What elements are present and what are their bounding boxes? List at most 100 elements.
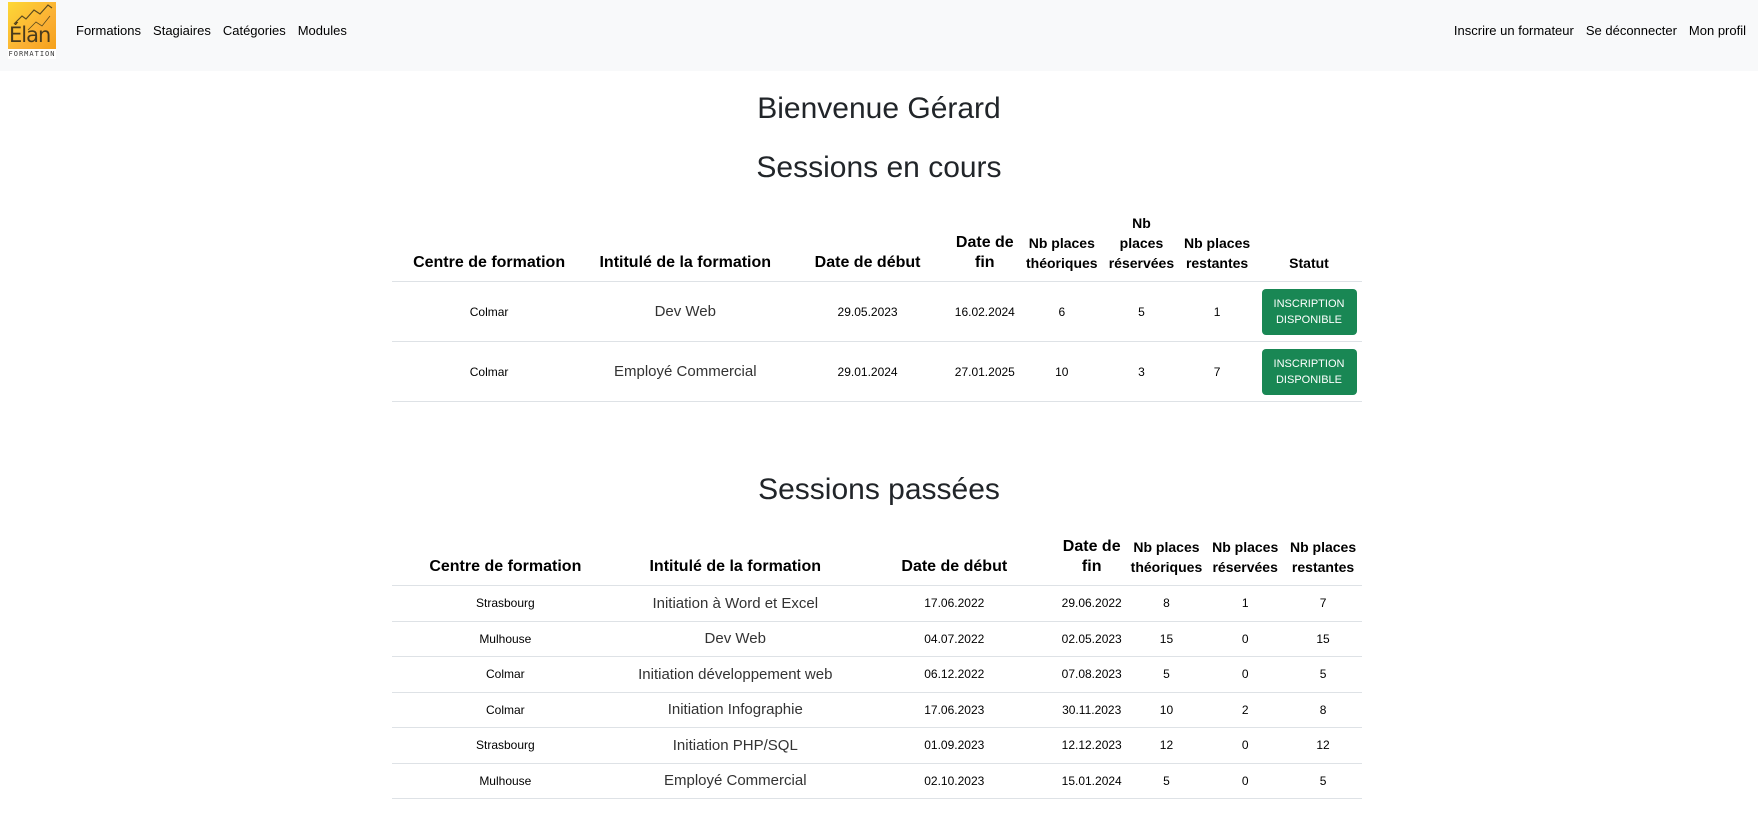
cell-reserved: 0 — [1206, 656, 1285, 693]
cell-title: Initiation PHP/SQL — [618, 727, 852, 764]
cell-centre: Mulhouse — [392, 621, 619, 657]
cell-reserved: 0 — [1206, 763, 1285, 799]
cell-end: 12.12.2023 — [1056, 727, 1127, 764]
cell-title: Employé Commercial — [586, 341, 785, 402]
cell-title: Initiation Infographie — [618, 692, 852, 728]
col-header: Date de fin — [950, 213, 1019, 282]
col-header: Date de fin — [1056, 537, 1127, 586]
current-sessions-heading: Sessions en cours — [756, 151, 1002, 184]
cell-centre: Strasbourg — [392, 585, 619, 622]
cell-title: Employé Commercial — [618, 763, 852, 799]
nav-mon-profil[interactable]: Mon profil — [1689, 22, 1746, 40]
cell-remaining: 15 — [1284, 621, 1362, 657]
cell-end: 16.02.2024 — [950, 281, 1019, 342]
cell-start: 06.12.2022 — [851, 656, 1057, 693]
cell-theo: 5 — [1126, 763, 1207, 799]
cell-reserved: 3 — [1104, 341, 1179, 402]
nav-categories[interactable]: Catégories — [223, 22, 286, 40]
table-row: Strasbourg Initiation à Word et Excel 17… — [392, 585, 1362, 622]
cell-remaining: 12 — [1284, 727, 1362, 764]
col-header: Centre de formation — [392, 537, 619, 586]
nav-stagiaires[interactable]: Stagiaires — [153, 22, 211, 40]
cell-end: 07.08.2023 — [1056, 656, 1127, 693]
col-header: Intitulé de la formation — [618, 537, 852, 586]
cell-theo: 10 — [1018, 341, 1105, 402]
table-header-row: Centre de formation Intitulé de la forma… — [392, 213, 1362, 282]
cell-status: Inscription disponible — [1256, 281, 1362, 342]
nav-se-deconnecter[interactable]: Se déconnecter — [1586, 22, 1677, 40]
elan-formation-logo[interactable]: Élan FORMATION — [8, 2, 56, 59]
table-row: Strasbourg Initiation PHP/SQL 01.09.2023… — [392, 727, 1362, 764]
cell-remaining: 8 — [1284, 692, 1362, 728]
cell-title: Dev Web — [586, 281, 785, 342]
cell-start: 01.09.2023 — [851, 727, 1057, 764]
cell-remaining: 7 — [1284, 585, 1362, 622]
cell-title: Dev Web — [618, 621, 852, 657]
cell-start: 04.07.2022 — [851, 621, 1057, 657]
logo-word: Élan — [9, 23, 51, 47]
col-header: Centre de formation — [392, 213, 587, 282]
cell-theo: 5 — [1126, 656, 1207, 693]
nav-modules[interactable]: Modules — [298, 22, 347, 40]
col-header: Nb places restantes — [1284, 537, 1362, 586]
cell-theo: 12 — [1126, 727, 1207, 764]
cell-remaining: 7 — [1178, 341, 1257, 402]
past-sessions-table: Centre de formation Intitulé de la forma… — [392, 537, 1362, 799]
inscription-button[interactable]: Inscription disponible — [1261, 288, 1357, 335]
col-header: Date de début — [851, 537, 1057, 586]
cell-reserved: 2 — [1206, 692, 1285, 728]
cell-remaining: 1 — [1178, 281, 1257, 342]
table-row: Colmar Employé Commercial 29.01.2024 27.… — [392, 341, 1362, 402]
welcome-heading: Bienvenue Gérard — [757, 92, 1001, 125]
cell-status: Inscription disponible — [1256, 341, 1362, 402]
inscription-button[interactable]: Inscription disponible — [1261, 348, 1357, 395]
cell-centre: Colmar — [392, 341, 587, 402]
col-header: Statut — [1256, 213, 1362, 282]
cell-end: 29.06.2022 — [1056, 585, 1127, 622]
cell-title: Initiation développement web — [618, 656, 852, 693]
cell-title: Initiation à Word et Excel — [618, 585, 852, 622]
nav-left: Formations Stagiaires Catégories Modules — [76, 22, 347, 40]
navbar: Élan FORMATION Formations Stagiaires Cat… — [0, 0, 1758, 71]
logo-subtitle: FORMATION — [8, 49, 56, 59]
col-header: Nb places réservées — [1104, 213, 1179, 282]
cell-start: 17.06.2023 — [851, 692, 1057, 728]
current-sessions-table: Centre de formation Intitulé de la forma… — [392, 213, 1362, 402]
cell-theo: 6 — [1018, 281, 1105, 342]
col-header: Date de début — [784, 213, 951, 282]
col-header: Nb places théoriques — [1126, 537, 1207, 586]
cell-end: 30.11.2023 — [1056, 692, 1127, 728]
cell-reserved: 5 — [1104, 281, 1179, 342]
cell-centre: Colmar — [392, 281, 587, 342]
cell-remaining: 5 — [1284, 656, 1362, 693]
table-row: Mulhouse Dev Web 04.07.2022 02.05.2023 1… — [392, 621, 1362, 657]
col-header: Intitulé de la formation — [586, 213, 785, 282]
cell-end: 27.01.2025 — [950, 341, 1019, 402]
nav-right: Inscrire un formateur Se déconnecter Mon… — [1454, 22, 1746, 40]
past-sessions-heading: Sessions passées — [758, 473, 1000, 506]
cell-centre: Colmar — [392, 692, 619, 728]
cell-reserved: 0 — [1206, 727, 1285, 764]
table-row: Mulhouse Employé Commercial 02.10.2023 1… — [392, 763, 1362, 799]
cell-end: 15.01.2024 — [1056, 763, 1127, 799]
col-header: Nb places théoriques — [1018, 213, 1105, 282]
cell-end: 02.05.2023 — [1056, 621, 1127, 657]
table-row: Colmar Initiation développement web 06.1… — [392, 656, 1362, 693]
cell-remaining: 5 — [1284, 763, 1362, 799]
table-header-row: Centre de formation Intitulé de la forma… — [392, 537, 1362, 586]
cell-centre: Colmar — [392, 656, 619, 693]
cell-theo: 8 — [1126, 585, 1207, 622]
col-header: Nb places restantes — [1178, 213, 1257, 282]
cell-reserved: 0 — [1206, 621, 1285, 657]
cell-start: 29.01.2024 — [784, 341, 951, 402]
cell-start: 29.05.2023 — [784, 281, 951, 342]
cell-centre: Strasbourg — [392, 727, 619, 764]
cell-reserved: 1 — [1206, 585, 1285, 622]
nav-formations[interactable]: Formations — [76, 22, 141, 40]
col-header: Nb places réservées — [1206, 537, 1285, 586]
cell-theo: 10 — [1126, 692, 1207, 728]
nav-inscrire-formateur[interactable]: Inscrire un formateur — [1454, 22, 1574, 40]
cell-centre: Mulhouse — [392, 763, 619, 799]
cell-theo: 15 — [1126, 621, 1207, 657]
table-row: Colmar Dev Web 29.05.2023 16.02.2024 6 5… — [392, 281, 1362, 342]
